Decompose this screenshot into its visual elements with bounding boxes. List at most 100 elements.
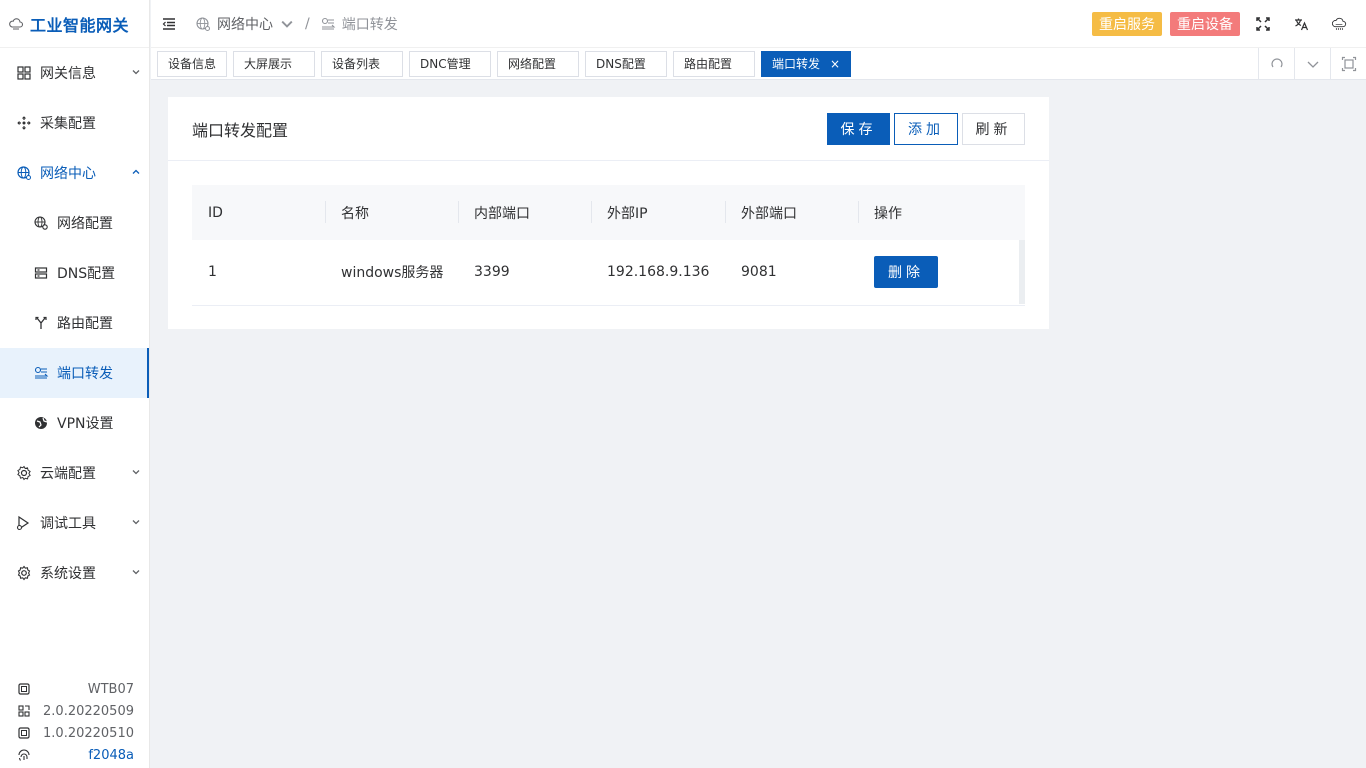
chevron-down-icon <box>1305 56 1321 72</box>
chevron-down-icon <box>123 467 149 480</box>
sidebar-item-label: 路由配置 <box>57 316 113 332</box>
cell-external-port: 9081 <box>741 264 777 281</box>
sidebar-item-label: 网络中心 <box>40 166 96 182</box>
tab-dropdown-button[interactable] <box>1294 47 1330 80</box>
tab-network-config[interactable]: 网络配置 <box>497 50 580 77</box>
expand-icon <box>1341 56 1357 72</box>
sidebar-item-label: 端口转发 <box>57 366 113 382</box>
restart-device-button[interactable]: 重启设备 <box>1170 11 1240 36</box>
translate-icon <box>1293 16 1309 32</box>
save-button[interactable]: 保存 <box>827 112 890 145</box>
sidebar-item-network-config[interactable]: 网络配置 <box>0 198 149 248</box>
delete-button[interactable]: 删除 <box>874 256 938 289</box>
debug-icon <box>16 515 32 531</box>
col-header-external-port: 外部端口 <box>725 185 858 240</box>
breadcrumb-separator: / <box>305 15 310 32</box>
chevron-up-icon <box>123 167 149 180</box>
route-icon <box>33 315 49 331</box>
logo[interactable]: 工业智能网关 <box>0 0 149 48</box>
tab-route-config[interactable]: 路由配置 <box>673 50 756 77</box>
sidebar-item-gateway-info[interactable]: 网关信息 <box>0 48 149 98</box>
cloud-logo-icon <box>8 16 24 32</box>
breadcrumb-parent[interactable]: 网络中心 <box>217 14 273 34</box>
version1-row: 2.0.20220509 <box>16 700 134 722</box>
tab-label: 路由配置 <box>684 57 733 71</box>
restart-service-button[interactable]: 重启服务 <box>1092 11 1162 36</box>
add-button[interactable]: 添加 <box>894 112 958 145</box>
chevron-down-icon <box>123 517 149 530</box>
sidebar-item-cloud-config[interactable]: 云端配置 <box>0 448 149 498</box>
collapse-menu-button[interactable] <box>151 0 187 48</box>
settings-icon <box>16 565 32 581</box>
tab-tools <box>1258 47 1366 80</box>
refresh-button[interactable]: 刷新 <box>962 112 1025 145</box>
device-id-row: f2048a <box>16 744 134 766</box>
tab-device-list[interactable]: 设备列表 <box>321 50 404 77</box>
chevron-down-icon <box>279 16 295 32</box>
app-title: 工业智能网关 <box>30 15 130 35</box>
sidebar-item-system-settings[interactable]: 系统设置 <box>0 548 149 598</box>
language-button[interactable] <box>1286 9 1316 39</box>
sidebar-item-label: 网络配置 <box>57 216 113 232</box>
network-config-icon <box>33 215 49 231</box>
network-icon <box>16 165 32 181</box>
tab-label: 大屏展示 <box>244 57 293 71</box>
sidebar-item-vpn-settings[interactable]: VPN设置 <box>0 398 149 448</box>
sidebar-item-label: VPN设置 <box>57 416 114 432</box>
sidebar-item-route-config[interactable]: 路由配置 <box>0 298 149 348</box>
dns-icon <box>33 265 49 281</box>
sidebar-item-dns-config[interactable]: DNS配置 <box>0 248 149 298</box>
header-actions: 重启服务 重启设备 <box>1092 9 1366 39</box>
cloud-gear-icon <box>16 465 32 481</box>
sidebar-item-label: 采集配置 <box>40 116 96 132</box>
close-icon[interactable]: × <box>830 57 840 71</box>
port-forward-table: ID 名称 内部端口 外部IP 外部端口 操作 1 windows服务器 339… <box>192 185 1025 306</box>
col-header-name: 名称 <box>325 185 458 240</box>
sidebar-item-label: 系统设置 <box>40 566 96 582</box>
card-actions: 保存 添加 刷新 <box>827 112 1025 145</box>
fingerprint-icon <box>16 747 32 763</box>
refresh-tab-button[interactable] <box>1258 47 1294 80</box>
tab-label: 端口转发 <box>772 57 821 71</box>
model-row: WTB07 <box>16 678 134 700</box>
tab-dnc-management[interactable]: DNC管理 <box>409 50 492 77</box>
grid-icon <box>16 65 32 81</box>
sidebar-item-debug-tools[interactable]: 调试工具 <box>0 498 149 548</box>
device-id[interactable]: f2048a <box>88 748 134 763</box>
table-header-row: ID 名称 内部端口 外部IP 外部端口 操作 <box>192 185 1025 240</box>
firmware-version: 1.0.20220510 <box>43 725 134 741</box>
breadcrumb-current: 端口转发 <box>341 16 398 33</box>
tab-bar: 设备信息 大屏展示 设备列表 DNC管理 网络配置 DNS配置 路由配置 端口转… <box>151 47 1366 80</box>
sidebar-item-label: 网关信息 <box>40 66 96 82</box>
sidebar-item-collect-config[interactable]: 采集配置 <box>0 98 149 148</box>
top-header: 网络中心 / 端口转发 重启服务 重启设备 <box>151 0 1366 48</box>
tab-big-screen[interactable]: 大屏展示 <box>233 50 316 77</box>
chevron-down-icon <box>123 67 149 80</box>
tab-dns-config[interactable]: DNS配置 <box>585 50 668 77</box>
refresh-icon <box>1269 56 1285 72</box>
col-header-external-ip: 外部IP <box>591 185 725 240</box>
sidebar-item-network-center[interactable]: 网络中心 <box>0 148 149 198</box>
cell-name: windows服务器 <box>341 265 444 282</box>
version2-row: 1.0.20220510 <box>16 722 134 744</box>
cloud-icon <box>1327 12 1351 36</box>
sidebar-item-port-forward[interactable]: 端口转发 <box>0 348 149 398</box>
chip-icon <box>16 725 32 741</box>
tab-label: DNS配置 <box>596 57 646 71</box>
port-forward-icon <box>33 365 49 381</box>
cloud-status-button[interactable] <box>1324 9 1354 39</box>
port-forward-card: 端口转发配置 保存 添加 刷新 ID 名称 内部端口 外部IP 外部端口 操作 <box>168 97 1049 329</box>
tab-port-forward[interactable]: 端口转发 × <box>761 50 852 77</box>
vpn-icon <box>33 415 49 431</box>
system-info: WTB07 2.0.20220509 1.0.20220510 f2048a <box>0 678 150 768</box>
port-forward-table-wrap: ID 名称 内部端口 外部IP 外部端口 操作 1 windows服务器 339… <box>192 185 1025 306</box>
table-scrollbar[interactable] <box>1019 240 1025 304</box>
cell-external-ip: 192.168.9.136 <box>607 264 710 281</box>
collect-icon <box>16 115 32 131</box>
sidebar: 工业智能网关 网关信息 采集配置 网络中心 网络配置 DNS配置 路由配置 端口… <box>0 0 150 768</box>
fullscreen-button[interactable] <box>1248 9 1278 39</box>
maximize-content-button[interactable] <box>1330 47 1366 80</box>
sidebar-menu: 网关信息 采集配置 网络中心 网络配置 DNS配置 路由配置 端口转发 VPN设… <box>0 48 149 598</box>
tab-device-info[interactable]: 设备信息 <box>157 50 228 77</box>
network-icon <box>195 16 211 32</box>
